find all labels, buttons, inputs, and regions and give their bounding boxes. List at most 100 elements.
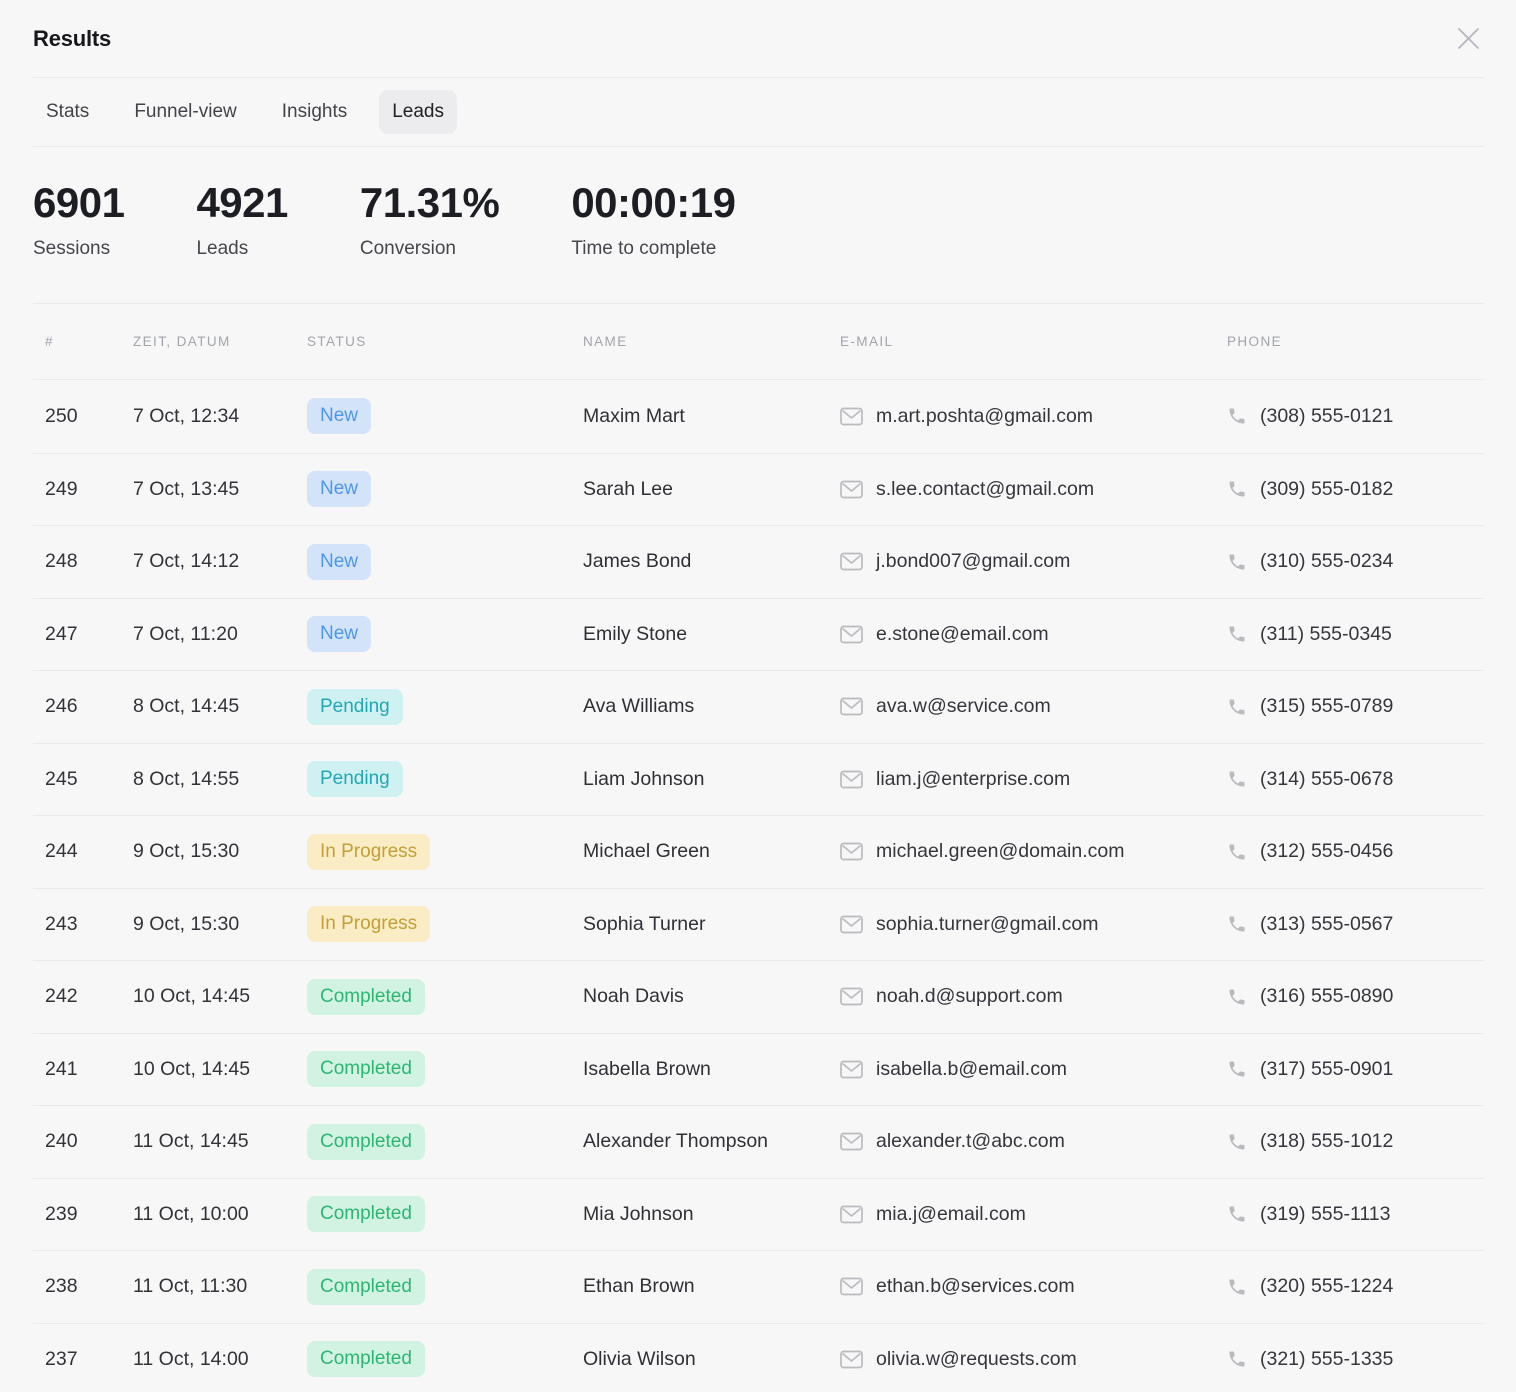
lead-email-cell: ava.w@service.com — [840, 695, 1227, 718]
lead-datetime: 11 Oct, 11:30 — [133, 1275, 307, 1298]
lead-phone: (311) 555-0345 — [1260, 623, 1392, 646]
status-badge: Completed — [307, 1124, 425, 1160]
email-icon — [840, 697, 863, 716]
tab-leads[interactable]: Leads — [379, 90, 457, 134]
email-icon — [840, 407, 863, 426]
table-row[interactable]: 245 8 Oct, 14:55 Pending Liam Johnson li… — [33, 743, 1483, 816]
lead-email-cell: ethan.b@services.com — [840, 1275, 1227, 1298]
tab-funnel-view[interactable]: Funnel-view — [121, 90, 249, 134]
lead-number: 246 — [33, 695, 133, 718]
lead-phone: (312) 555-0456 — [1260, 840, 1393, 863]
table-row[interactable]: 250 7 Oct, 12:34 New Maxim Mart m.art.po… — [33, 380, 1483, 453]
email-icon — [840, 552, 863, 571]
status-badge: New — [307, 471, 371, 507]
lead-phone: (321) 555-1335 — [1260, 1348, 1393, 1371]
lead-phone: (318) 555-1012 — [1260, 1130, 1393, 1153]
lead-number: 241 — [33, 1058, 133, 1081]
lead-phone: (316) 555-0890 — [1260, 985, 1393, 1008]
lead-email-cell: m.art.poshta@gmail.com — [840, 405, 1227, 428]
lead-email: e.stone@email.com — [876, 623, 1049, 646]
lead-phone-cell: (312) 555-0456 — [1227, 840, 1483, 863]
tab-insights[interactable]: Insights — [269, 90, 360, 134]
phone-icon — [1227, 842, 1247, 862]
lead-phone-cell: (319) 555-1113 — [1227, 1203, 1483, 1226]
stat-conversion: 71.31% Conversion — [360, 180, 499, 303]
table-row[interactable]: 242 10 Oct, 14:45 Completed Noah Davis n… — [33, 960, 1483, 1033]
email-icon — [840, 842, 863, 861]
stat-sessions: 6901 Sessions — [33, 180, 124, 303]
lead-datetime: 8 Oct, 14:45 — [133, 695, 307, 718]
stat-time-to-complete: 00:00:19 Time to complete — [571, 180, 735, 303]
lead-status-cell: Completed — [307, 1341, 583, 1377]
table-row[interactable]: 237 11 Oct, 14:00 Completed Olivia Wilso… — [33, 1323, 1483, 1392]
table-row[interactable]: 239 11 Oct, 10:00 Completed Mia Johnson … — [33, 1178, 1483, 1251]
phone-icon — [1227, 1059, 1247, 1079]
lead-email: olivia.w@requests.com — [876, 1348, 1077, 1371]
lead-phone-cell: (308) 555-0121 — [1227, 405, 1483, 428]
lead-number: 245 — [33, 768, 133, 791]
close-button[interactable] — [1453, 24, 1483, 54]
table-row[interactable]: 238 11 Oct, 11:30 Completed Ethan Brown … — [33, 1250, 1483, 1323]
lead-name: Sophia Turner — [583, 913, 840, 936]
table-header-row: # Zeit, Datum Status Name E-mail Phone — [33, 303, 1483, 380]
lead-number: 240 — [33, 1130, 133, 1153]
table-row[interactable]: 249 7 Oct, 13:45 New Sarah Lee s.lee.con… — [33, 453, 1483, 526]
phone-icon — [1227, 1277, 1247, 1297]
lead-email: noah.d@support.com — [876, 985, 1063, 1008]
tab-bar: Stats Funnel-view Insights Leads — [33, 78, 1483, 147]
lead-number: 239 — [33, 1203, 133, 1226]
table-row[interactable]: 243 9 Oct, 15:30 In Progress Sophia Turn… — [33, 888, 1483, 961]
lead-number: 238 — [33, 1275, 133, 1298]
lead-phone-cell: (316) 555-0890 — [1227, 985, 1483, 1008]
table-row[interactable]: 244 9 Oct, 15:30 In Progress Michael Gre… — [33, 815, 1483, 888]
email-icon — [840, 987, 863, 1006]
email-icon — [840, 625, 863, 644]
lead-name: Emily Stone — [583, 623, 840, 646]
lead-name: Ethan Brown — [583, 1275, 840, 1298]
stat-leads: 4921 Leads — [196, 180, 287, 303]
lead-status-cell: New — [307, 398, 583, 434]
lead-status-cell: New — [307, 471, 583, 507]
lead-phone: (317) 555-0901 — [1260, 1058, 1393, 1081]
table-row[interactable]: 246 8 Oct, 14:45 Pending Ava Williams av… — [33, 670, 1483, 743]
lead-name: Mia Johnson — [583, 1203, 840, 1226]
status-badge: In Progress — [307, 906, 430, 942]
table-row[interactable]: 248 7 Oct, 14:12 New James Bond j.bond00… — [33, 525, 1483, 598]
phone-icon — [1227, 914, 1247, 934]
lead-email-cell: sophia.turner@gmail.com — [840, 913, 1227, 936]
lead-status-cell: In Progress — [307, 834, 583, 870]
leads-table: # Zeit, Datum Status Name E-mail Phone 2… — [33, 303, 1483, 1392]
table-row[interactable]: 241 10 Oct, 14:45 Completed Isabella Bro… — [33, 1033, 1483, 1106]
table-row[interactable]: 247 7 Oct, 11:20 New Emily Stone e.stone… — [33, 598, 1483, 671]
lead-number: 243 — [33, 913, 133, 936]
lead-email: ava.w@service.com — [876, 695, 1051, 718]
lead-name: Noah Davis — [583, 985, 840, 1008]
lead-status-cell: Pending — [307, 689, 583, 725]
status-badge: New — [307, 616, 371, 652]
lead-name: James Bond — [583, 550, 840, 573]
stat-conversion-value: 71.31% — [360, 180, 499, 226]
lead-name: Michael Green — [583, 840, 840, 863]
lead-phone: (320) 555-1224 — [1260, 1275, 1393, 1298]
tab-stats[interactable]: Stats — [33, 90, 102, 134]
email-icon — [840, 1060, 863, 1079]
lead-phone-cell: (320) 555-1224 — [1227, 1275, 1483, 1298]
lead-name: Isabella Brown — [583, 1058, 840, 1081]
page-title: Results — [33, 26, 111, 52]
status-badge: Completed — [307, 1051, 425, 1087]
lead-email-cell: olivia.w@requests.com — [840, 1348, 1227, 1371]
lead-status-cell: In Progress — [307, 906, 583, 942]
lead-email-cell: michael.green@domain.com — [840, 840, 1227, 863]
lead-name: Ava Williams — [583, 695, 840, 718]
lead-name: Liam Johnson — [583, 768, 840, 791]
phone-icon — [1227, 624, 1247, 644]
phone-icon — [1227, 406, 1247, 426]
lead-status-cell: New — [307, 616, 583, 652]
status-badge: New — [307, 398, 371, 434]
stat-time-value: 00:00:19 — [571, 180, 735, 226]
stat-conversion-label: Conversion — [360, 238, 499, 260]
table-row[interactable]: 240 11 Oct, 14:45 Completed Alexander Th… — [33, 1105, 1483, 1178]
phone-icon — [1227, 1132, 1247, 1152]
lead-phone-cell: (314) 555-0678 — [1227, 768, 1483, 791]
lead-email: m.art.poshta@gmail.com — [876, 405, 1093, 428]
